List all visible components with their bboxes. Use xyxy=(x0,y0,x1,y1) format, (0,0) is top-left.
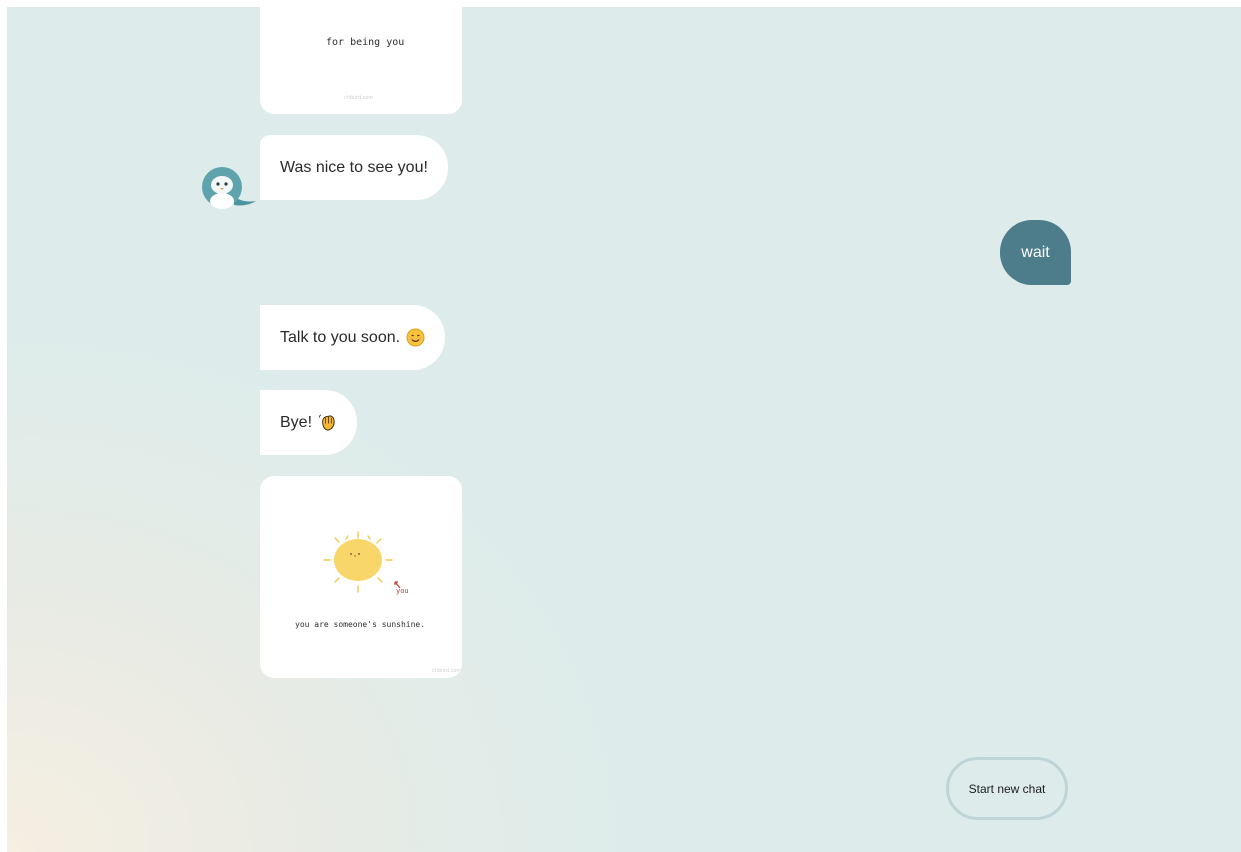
bot-message-text: Was nice to see you! xyxy=(280,158,428,176)
sun-illustration-icon xyxy=(323,531,401,593)
chat-area[interactable]: for being you chibird.com Was nice to se… xyxy=(7,7,1241,852)
bot-message-talk-soon: Talk to you soon. xyxy=(260,305,446,370)
user-message-text: wait xyxy=(1021,243,1050,261)
bot-message-text: Bye! xyxy=(280,413,313,431)
card-top-caption: for being you xyxy=(326,37,405,48)
bot-avatar xyxy=(200,163,258,209)
waving-hand-icon xyxy=(319,414,335,431)
sun-card-caption: you are someone's sunshine. xyxy=(295,620,426,629)
bot-message-bye: Bye! xyxy=(260,390,358,455)
penguin-avatar-icon xyxy=(202,167,256,209)
image-card-top: for being you chibird.com xyxy=(260,7,462,114)
bot-message-text: Talk to you soon. xyxy=(280,328,401,346)
smiling-face-icon xyxy=(406,328,425,347)
user-message-wait: wait xyxy=(1000,220,1071,285)
card-top-watermark: chibird.com xyxy=(344,95,374,101)
image-card-sunshine: you you are someone's sunshine. chibird.… xyxy=(260,476,462,678)
sun-arrow-label: you xyxy=(396,587,409,595)
sun-card-watermark: chibird.com xyxy=(432,668,462,674)
start-new-chat-button[interactable]: Start new chat xyxy=(946,757,1068,820)
bot-message-nice-to-see: Was nice to see you! xyxy=(260,135,448,200)
